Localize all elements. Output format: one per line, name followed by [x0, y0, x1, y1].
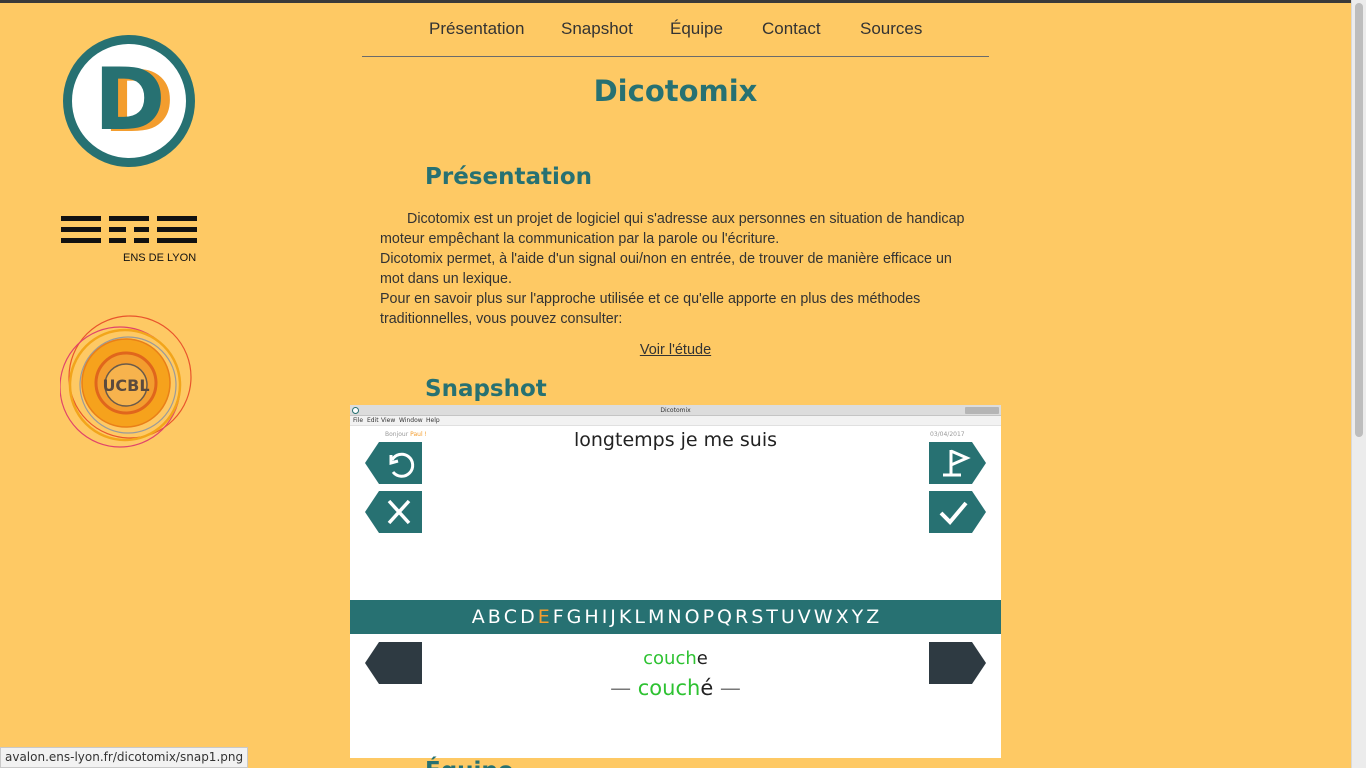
alphabet-letter: Z	[866, 606, 880, 628]
alphabet-letter: B	[487, 606, 501, 628]
alphabet-letter: G	[566, 606, 582, 628]
ens-caption: ENS DE LYON	[123, 252, 197, 264]
alphabet-letter: T	[766, 606, 778, 628]
word-rest: e	[696, 648, 708, 669]
undo-icon	[365, 442, 422, 484]
dicotomix-logo: D D	[63, 35, 195, 167]
greeting: Bonjour Paul !	[385, 431, 427, 438]
presentation-paragraph-3: Pour en savoir plus sur l'approche utili…	[380, 291, 921, 327]
alphabet-letter: I	[601, 606, 608, 628]
nav-contact[interactable]: Contact	[762, 19, 821, 39]
alphabet-letter: V	[797, 606, 811, 628]
presentation-heading: Présentation	[425, 164, 593, 190]
alphabet-letter: H	[584, 606, 599, 628]
window-menubar: File Edit View Window Help	[350, 416, 1001, 426]
alphabet-letter: A	[471, 606, 485, 628]
next-word-button	[929, 642, 986, 684]
alphabet-letter: R	[735, 606, 749, 628]
status-bar-url: avalon.ens-lyon.fr/dicotomix/snap1.png	[0, 747, 249, 768]
alphabet-letter: C	[503, 606, 518, 628]
alphabet-letter: J	[610, 606, 616, 628]
alphabet-letter: F	[552, 606, 564, 628]
candidate-word: couche	[450, 648, 901, 669]
alphabet-letter: Y	[851, 606, 864, 628]
alphabet-letter: E	[537, 606, 550, 628]
main-nav: Présentation Snapshot Équipe Contact Sou…	[362, 3, 989, 57]
alphabet-bar: ABCDEFGHIJKLMNOPQRSTUVWXYZ	[350, 600, 1001, 634]
logo-letter: D	[94, 50, 166, 150]
alphabet-letter: Q	[717, 606, 732, 628]
previous-word-button	[365, 642, 422, 684]
ucbl-logo: UCBL	[59, 315, 200, 455]
cross-icon	[365, 491, 422, 533]
menu-help: Help	[426, 417, 440, 424]
window-title: Dicotomix	[660, 407, 691, 414]
presentation-paragraph-1: Dicotomix est un projet de logiciel qui …	[380, 211, 965, 247]
menu-view: View	[381, 417, 396, 424]
snapshot-heading: Snapshot	[425, 376, 547, 402]
greeting-text: Bonjour	[385, 431, 409, 438]
dash-left: —	[610, 676, 632, 700]
page-title: Dicotomix	[593, 74, 758, 108]
typed-phrase: longtemps je me suis	[573, 429, 778, 451]
alphabet-letter: W	[813, 606, 833, 628]
alphabet-letter: P	[702, 606, 715, 628]
selected-word-rest: é	[700, 676, 714, 700]
alphabet-letter: N	[667, 606, 682, 628]
nav-presentation[interactable]: Présentation	[429, 19, 524, 39]
menu-window: Window	[399, 417, 423, 424]
window-controls	[965, 407, 999, 414]
nav-sources[interactable]: Sources	[860, 19, 922, 39]
study-link[interactable]: Voir l'étude	[362, 342, 989, 358]
selected-word-match: couch	[637, 676, 701, 700]
alphabet-letter: U	[780, 606, 795, 628]
scrollbar-thumb[interactable]	[1355, 3, 1363, 437]
word-match: couch	[643, 648, 697, 669]
ens-lyon-logo: ENS DE LYON	[61, 216, 197, 266]
snapshot-image[interactable]: Dicotomix File Edit View Window Help Bon…	[350, 405, 1001, 758]
presentation-paragraph-2: Dicotomix permet, à l'aide d'un signal o…	[380, 251, 952, 287]
alphabet-letter: X	[835, 606, 849, 628]
selected-word: — couché —	[450, 676, 901, 700]
alphabet-letter: M	[647, 606, 665, 628]
menu-file: File	[353, 417, 364, 424]
alphabet-letter: L	[634, 606, 645, 628]
alphabet-letter: O	[684, 606, 700, 628]
svg-text:UCBL: UCBL	[102, 376, 149, 395]
alphabet-letter: D	[520, 606, 535, 628]
snapshot-date: 03/04/2017	[930, 431, 965, 438]
menu-edit: Edit	[367, 417, 379, 424]
alphabet-letter: S	[751, 606, 764, 628]
flag-icon	[929, 442, 986, 484]
check-icon	[929, 491, 986, 533]
dash-right: —	[719, 676, 741, 700]
page-scrollbar[interactable]	[1351, 0, 1366, 768]
user-name: Paul !	[410, 431, 427, 438]
nav-equipe[interactable]: Équipe	[670, 19, 723, 39]
alphabet-letter: K	[618, 606, 632, 628]
team-heading: Équipe	[425, 758, 514, 768]
nav-snapshot[interactable]: Snapshot	[561, 19, 633, 39]
window-titlebar: Dicotomix	[350, 405, 1001, 416]
